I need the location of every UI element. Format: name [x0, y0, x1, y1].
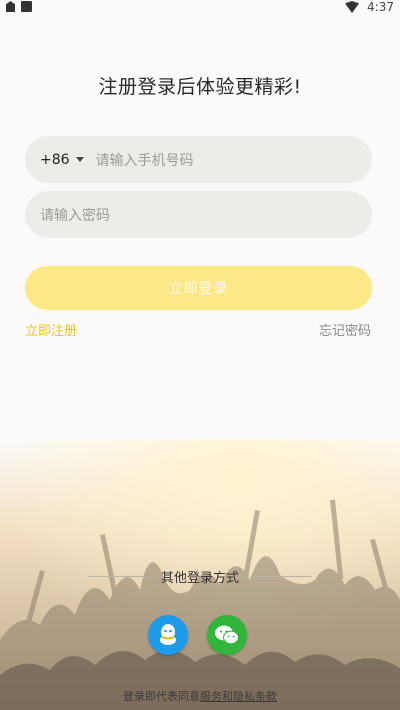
phone-field[interactable]: +86 请输入手机号码 [25, 136, 372, 183]
login-button[interactable]: 立即登录 [25, 266, 372, 310]
other-login-divider: 其他登录方式 [0, 567, 400, 587]
status-bar: 4:37 [0, 0, 400, 16]
forgot-password-link[interactable]: 忘记密码 [319, 320, 371, 339]
qq-icon [160, 624, 176, 645]
wechat-icon [215, 625, 239, 645]
country-code: +86 [40, 151, 70, 168]
sd-card-icon [21, 1, 32, 12]
password-field[interactable]: 请输入密码 [25, 191, 372, 238]
wechat-login-button[interactable] [207, 615, 247, 655]
chevron-down-icon [75, 157, 84, 162]
page-title: 注册登录后体验更精彩! [98, 76, 302, 98]
divider-line-right [250, 576, 312, 577]
agreement-prefix: 登录即代表同意 [123, 690, 200, 703]
terms-link[interactable]: 服务和隐私条款 [200, 690, 277, 703]
other-login-label: 其他登录方式 [160, 571, 239, 586]
register-link[interactable]: 立即注册 [25, 320, 77, 339]
password-placeholder: 请输入密码 [40, 207, 110, 224]
agreement-text: 登录即代表同意服务和隐私条款 [0, 688, 400, 704]
qq-login-button[interactable] [148, 615, 188, 655]
wifi-icon [345, 1, 360, 13]
phone-placeholder: 请输入手机号码 [95, 152, 194, 169]
notification-icon [6, 1, 15, 12]
notification-icons [6, 1, 32, 12]
country-code-selector[interactable]: +86 [40, 152, 84, 168]
status-time: 4:37 [367, 0, 394, 14]
